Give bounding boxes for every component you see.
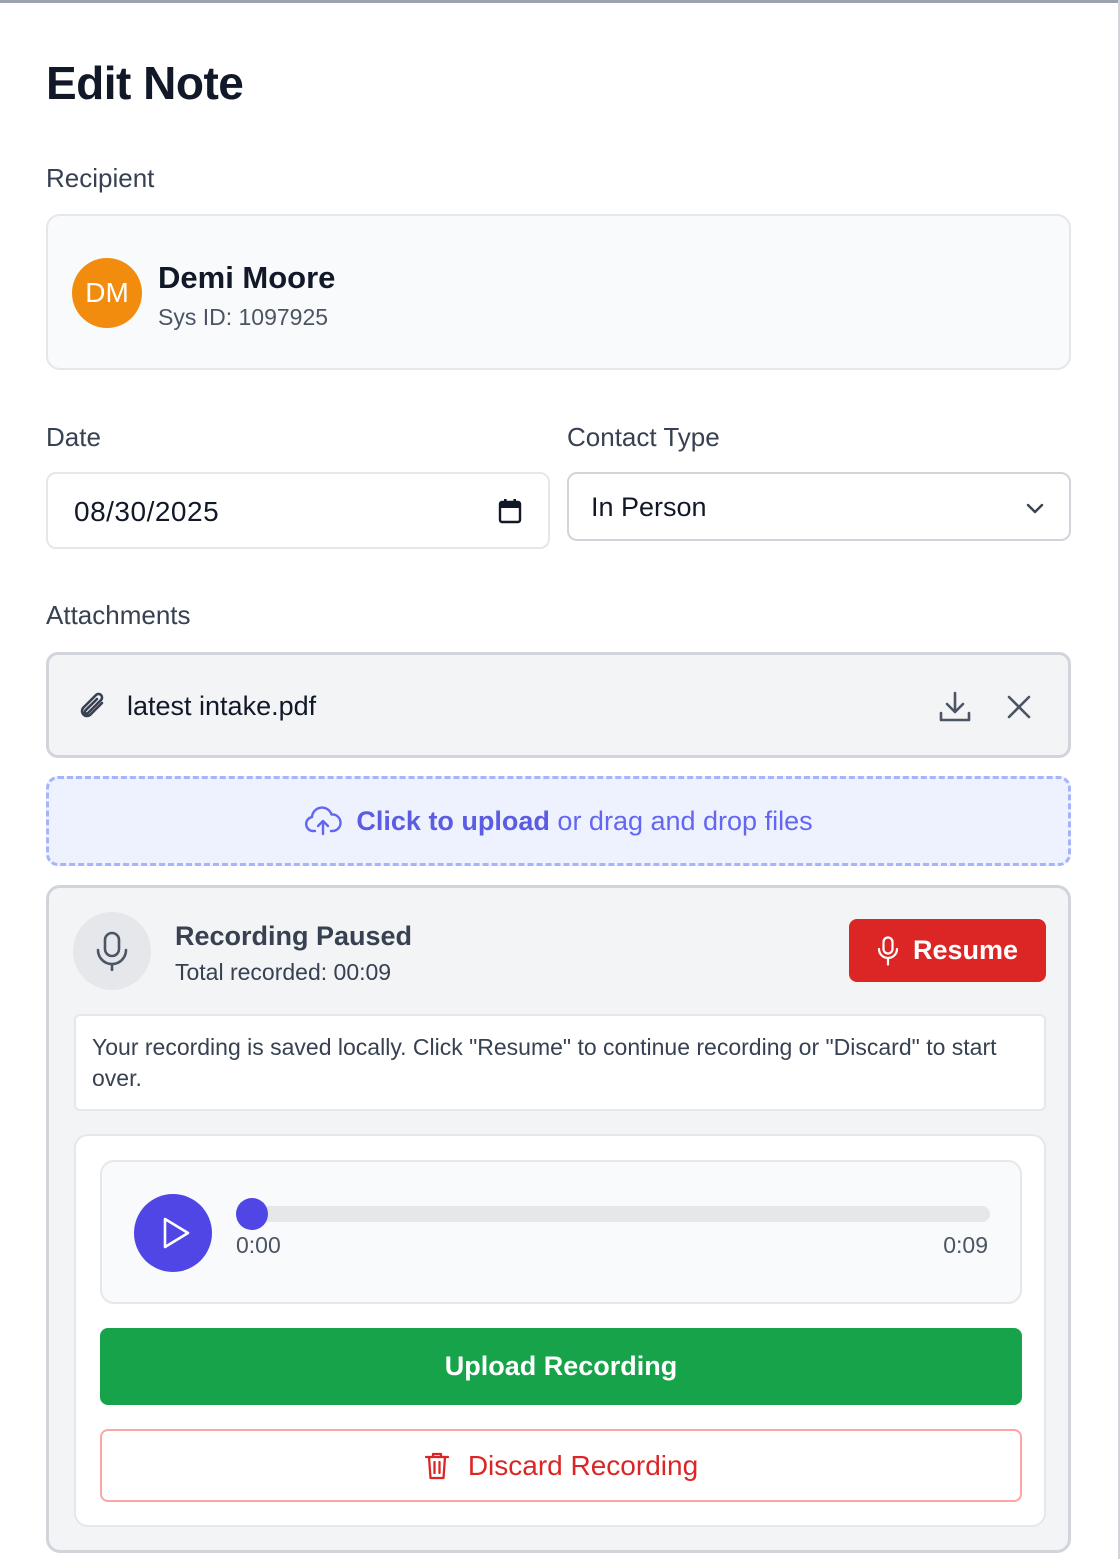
upload-dropzone[interactable]: Click to upload or drag and drop files [46,776,1071,866]
contact-type-label: Contact Type [567,422,720,452]
attachments-label: Attachments [46,600,191,630]
contact-type-value: In Person [591,492,707,522]
recording-total-time: Total recorded: 00:09 [175,959,392,985]
resume-button[interactable]: Resume [849,919,1046,982]
cloud-upload-icon [305,806,343,836]
recording-status-title: Recording Paused [175,921,413,951]
avatar: DM [72,258,142,328]
dropzone-text: Click to upload or drag and drop files [356,806,812,837]
calendar-icon[interactable] [498,498,522,524]
recipient-name: Demi Moore [158,260,336,295]
recipient-sys-id: Sys ID: 1097925 [158,304,329,330]
discard-button-label: Discard Recording [467,1449,699,1481]
duration-time: 0:09 [943,1232,988,1258]
discard-recording-button[interactable]: Discard Recording [100,1429,1022,1502]
current-time: 0:00 [236,1232,281,1258]
resume-button-label: Resume [912,935,1019,965]
recipient-label: Recipient [46,163,155,193]
recording-status-indicator [73,912,151,990]
date-label: Date [46,422,101,452]
page-title: Edit Note [46,57,244,109]
recording-info-message: Your recording is saved locally. Click "… [74,1014,1046,1111]
date-value: 08/30/2025 [74,496,220,527]
microphone-icon [877,935,899,966]
play-icon [163,1217,190,1249]
audio-progress-track[interactable] [236,1206,990,1222]
window-top-border [0,0,1120,3]
upload-recording-button[interactable]: Upload Recording [100,1328,1022,1405]
recipient-card: DM Demi Moore Sys ID: 1097925 [46,214,1071,370]
chevron-down-icon [1026,503,1044,514]
recording-panel: Recording Paused Total recorded: 00:09 R… [46,885,1071,1553]
recording-preview: 0:00 0:09 Upload Recording Discard Recor… [74,1134,1046,1527]
click-to-upload-link[interactable]: Click to upload [356,806,550,836]
attachment-file-name[interactable]: latest intake.pdf [127,691,316,722]
download-icon[interactable] [937,689,973,725]
microphone-icon [96,931,128,971]
trash-icon [424,1452,449,1479]
paperclip-icon [80,692,104,718]
audio-player: 0:00 0:09 [100,1160,1022,1304]
contact-type-select[interactable]: In Person [567,472,1071,541]
play-button[interactable] [134,1194,212,1272]
remove-attachment-icon[interactable] [1003,691,1035,723]
attachment-item: latest intake.pdf [46,652,1071,758]
audio-progress-thumb[interactable] [236,1198,268,1230]
date-input[interactable]: 08/30/2025 [46,472,550,549]
dropzone-hint: or drag and drop files [549,805,813,836]
